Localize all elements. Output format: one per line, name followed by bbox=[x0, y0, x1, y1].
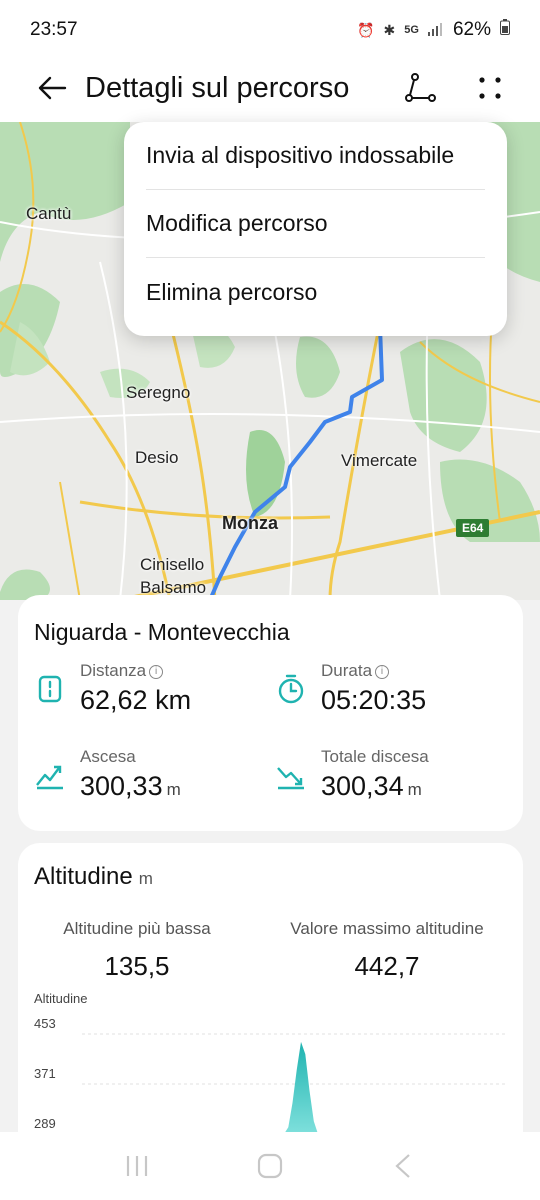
home-button[interactable] bbox=[250, 1146, 290, 1186]
recent-apps-button[interactable] bbox=[117, 1146, 157, 1186]
chart-y-tick: 371 bbox=[34, 1066, 56, 1081]
altitude-area bbox=[284, 1041, 318, 1133]
more-options-button[interactable] bbox=[470, 66, 510, 110]
back-arrow-icon bbox=[38, 76, 67, 100]
page-title: Dettagli sul percorso bbox=[85, 72, 350, 104]
altitude-min-label: Altitudine più bassa bbox=[63, 919, 211, 938]
map-label-cinisello: Cinisello bbox=[140, 555, 205, 574]
network-type-label: 5G bbox=[404, 24, 419, 36]
chart-y-tick: 289 bbox=[34, 1116, 56, 1131]
menu-item-send-to-wearable[interactable]: Invia al dispositivo indossabile bbox=[146, 122, 485, 190]
distance-label: Distanza i bbox=[80, 661, 164, 681]
signal-icon bbox=[427, 22, 444, 39]
altitude-max-value: 442,7 bbox=[354, 951, 420, 981]
stat-descent: Totale discesa 300,34 m bbox=[275, 747, 505, 817]
descent-label: Totale discesa bbox=[321, 747, 429, 766]
chart-y-tick: 453 bbox=[34, 1016, 56, 1031]
battery-icon bbox=[500, 19, 510, 41]
altitude-chart[interactable]: 453 371 289 bbox=[32, 1008, 512, 1133]
more-dots-icon bbox=[479, 77, 501, 99]
system-nav-bar bbox=[0, 1132, 540, 1200]
stat-duration: Durata i 05:20:35 bbox=[275, 661, 505, 731]
distance-icon bbox=[38, 675, 62, 703]
map-label-monza: Monza bbox=[222, 513, 278, 533]
stopwatch-icon bbox=[278, 674, 304, 704]
altitude-title: Altitudine m bbox=[34, 863, 153, 890]
recent-apps-icon bbox=[126, 1156, 147, 1176]
ascent-label: Ascesa bbox=[80, 747, 136, 766]
menu-item-delete-route[interactable]: Elimina percorso bbox=[146, 258, 485, 326]
map-label-seregno: Seregno bbox=[126, 383, 191, 402]
distance-info-icon[interactable]: i bbox=[149, 665, 164, 679]
descent-icon bbox=[277, 767, 304, 790]
status-bar: 23:57 ⏰ ✱ 5G 62% bbox=[0, 0, 540, 60]
route-name: Niguarda - Montevecchia bbox=[34, 619, 290, 645]
route-button[interactable] bbox=[402, 66, 442, 110]
distance-value: 62,62 km bbox=[80, 685, 192, 715]
ascent-value: 300,33 m bbox=[80, 771, 181, 801]
road-shield-e64: E64 bbox=[456, 519, 490, 537]
route-summary-card: Niguarda - Montevecchia Distanza i 62,62 … bbox=[18, 595, 523, 831]
map-label-cantu: Cantù bbox=[26, 204, 72, 223]
duration-info-icon[interactable]: i bbox=[375, 665, 390, 679]
options-menu: Invia al dispositivo indossabile Modific… bbox=[124, 122, 507, 336]
duration-value: 05:20:35 bbox=[321, 685, 427, 715]
back-chevron-icon bbox=[395, 1154, 411, 1178]
stat-ascent: Ascesa 300,33 m bbox=[34, 747, 264, 817]
status-time: 23:57 bbox=[30, 19, 78, 40]
descent-value: 300,34 m bbox=[321, 771, 422, 801]
alarm-icon: ⏰ bbox=[357, 21, 375, 38]
back-button[interactable] bbox=[32, 68, 72, 108]
battery-percent: 62% bbox=[452, 19, 491, 40]
bluetooth-icon: ✱ bbox=[383, 21, 396, 38]
stat-distance: Distanza i 62,62 km bbox=[34, 661, 264, 731]
map-label-vimercate: Vimercate bbox=[341, 451, 418, 470]
menu-item-edit-route[interactable]: Modifica percorso bbox=[146, 190, 485, 258]
home-icon bbox=[257, 1153, 283, 1179]
app-header: Dettagli sul percorso bbox=[0, 60, 540, 122]
duration-label: Durata i bbox=[321, 661, 390, 681]
system-back-button[interactable] bbox=[383, 1146, 423, 1186]
route-icon bbox=[405, 73, 436, 102]
ascent-icon bbox=[36, 765, 63, 790]
altitude-min: Altitudine più bassa 135,5 bbox=[22, 919, 252, 982]
altitude-card: Altitudine m Altitudine più bassa 135,5 V… bbox=[18, 843, 523, 1173]
map-label-desio: Desio bbox=[135, 448, 179, 467]
status-icons: ⏰ ✱ 5G 62% bbox=[357, 19, 510, 41]
chart-y-label: Altitudine bbox=[34, 991, 88, 1006]
altitude-min-value: 135,5 bbox=[104, 951, 170, 981]
altitude-max: Valore massimo altitudine 442,7 bbox=[272, 919, 502, 982]
altitude-max-label: Valore massimo altitudine bbox=[290, 919, 484, 938]
